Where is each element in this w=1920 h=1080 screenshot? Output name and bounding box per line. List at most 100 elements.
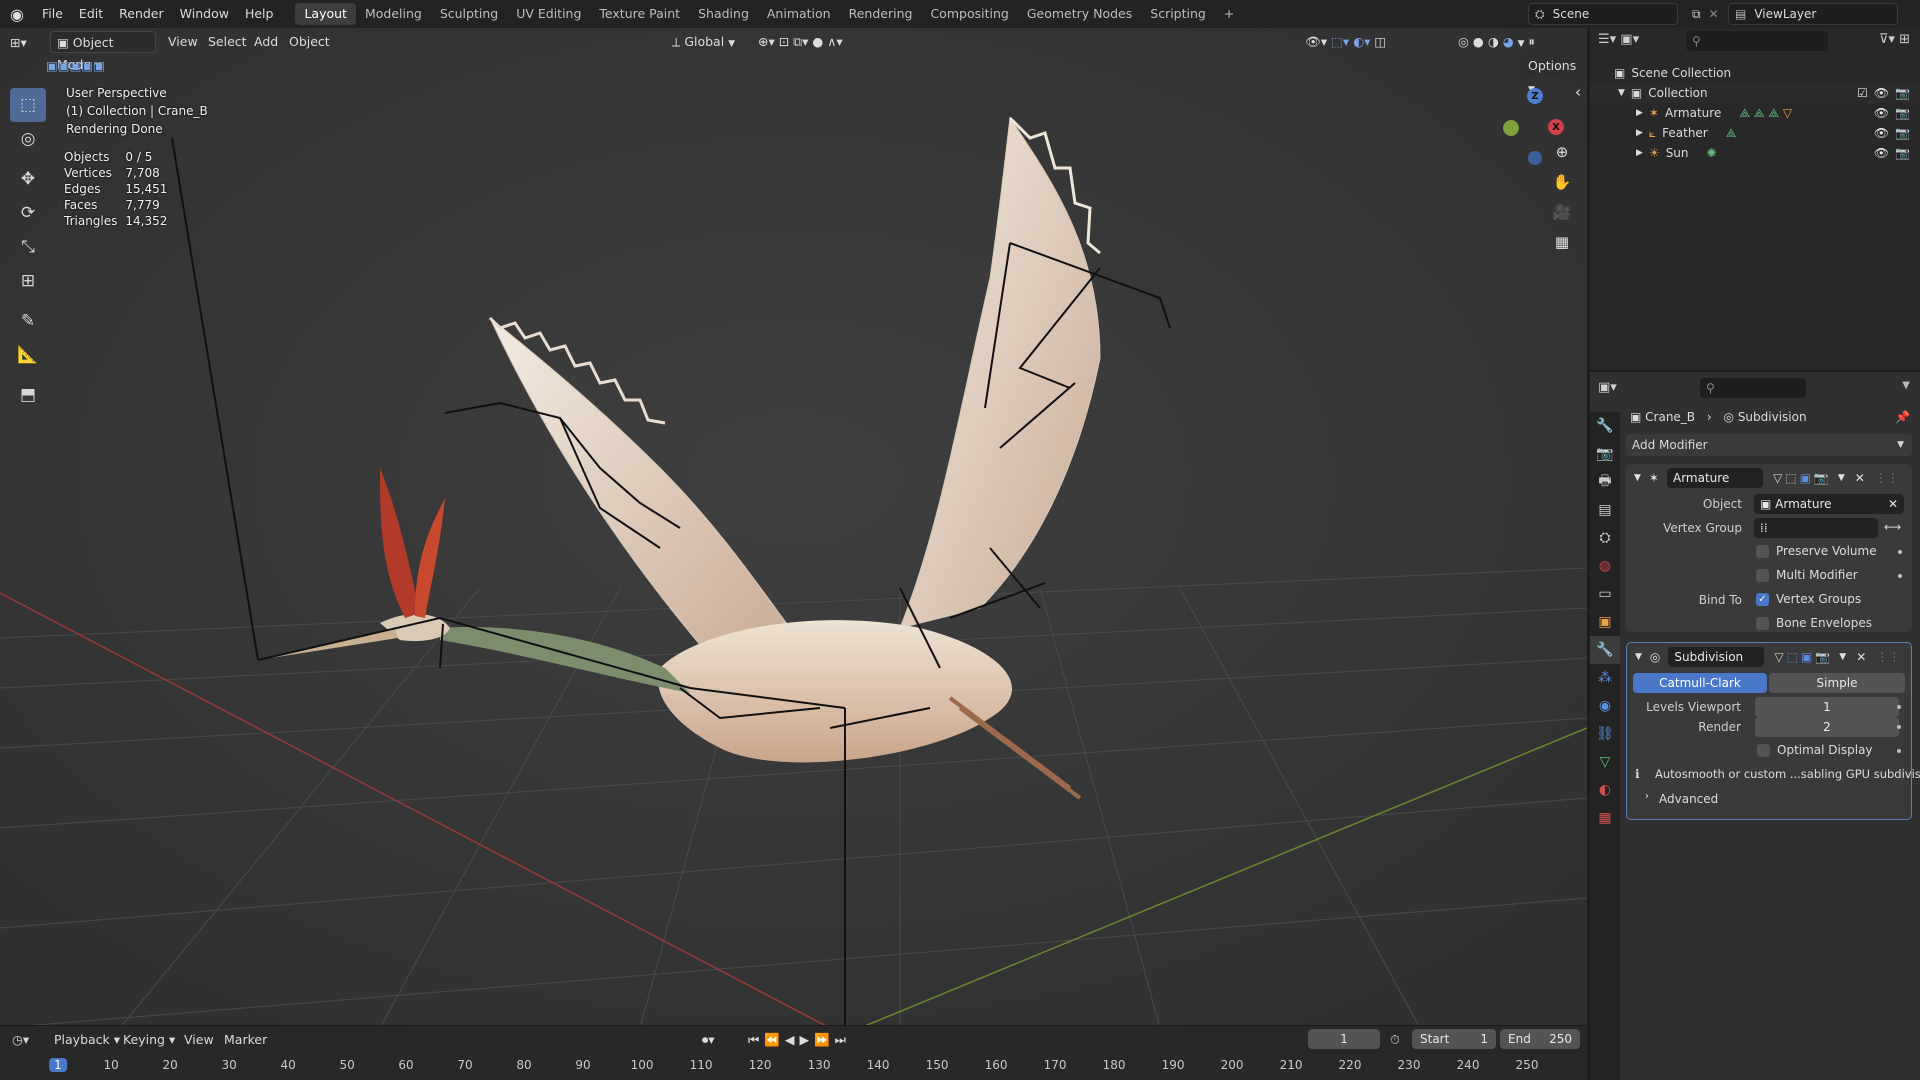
advanced-subpanel[interactable]: › Advanced bbox=[1627, 787, 1911, 811]
keyframe-dot-icon[interactable] bbox=[1898, 550, 1902, 554]
end-frame-field[interactable]: End 250 bbox=[1500, 1029, 1580, 1049]
outliner-item-sun[interactable]: ▶ ☀ Sun ✺ 👁 📷 bbox=[1590, 143, 1920, 163]
tab-geometry-nodes[interactable]: Geometry Nodes bbox=[1018, 3, 1141, 25]
collapse-arrow-icon[interactable]: ▼ bbox=[1634, 473, 1641, 483]
tool-tab-icon[interactable]: 🔧 bbox=[1590, 412, 1620, 440]
camera-icon[interactable]: 📷 bbox=[1895, 126, 1910, 140]
menu-playback[interactable]: Playback ▾ bbox=[54, 1032, 120, 1047]
jump-start-icon[interactable]: ⏮ bbox=[748, 1032, 764, 1047]
modifier-toggle-icons[interactable]: ▽⬚▣📷 bbox=[1774, 650, 1833, 664]
outliner-item-feather[interactable]: ▶ ⟀ Feather ⟁ 👁 📷 bbox=[1590, 123, 1920, 143]
chevron-down-icon[interactable]: ▼ bbox=[1902, 380, 1910, 391]
clear-icon[interactable]: ✕ bbox=[1888, 494, 1898, 514]
zoom-icon[interactable]: ⊕ bbox=[1548, 138, 1576, 166]
tab-uv-editing[interactable]: UV Editing bbox=[507, 3, 590, 25]
tab-sculpting[interactable]: Sculpting bbox=[431, 3, 507, 25]
camera-icon[interactable]: 📷 bbox=[1895, 146, 1910, 160]
modifier-toggle-icons[interactable]: ▽⬚▣📷 bbox=[1773, 471, 1832, 485]
output-tab-icon[interactable]: 🖶 bbox=[1590, 468, 1620, 496]
simple-button[interactable]: Simple bbox=[1769, 673, 1905, 693]
drag-handle-icon[interactable]: ⋮⋮ bbox=[1875, 471, 1899, 485]
camera-view-icon[interactable]: 🎥 bbox=[1548, 198, 1576, 226]
jump-end-icon[interactable]: ⏭ bbox=[835, 1032, 851, 1047]
vertex-group-field[interactable]: ⁞⁞ bbox=[1754, 518, 1878, 538]
chevron-down-icon[interactable]: ▼ bbox=[1838, 473, 1845, 483]
outliner-editor-icon[interactable]: ☰▾ ▣▾ bbox=[1598, 32, 1639, 47]
multi-modifier-row[interactable]: Multi Modifier bbox=[1626, 564, 1912, 588]
catmull-clark-button[interactable]: Catmull-Clark bbox=[1633, 673, 1767, 693]
select-box-tool-icon[interactable]: ⬚ bbox=[10, 88, 46, 122]
collection-tab-icon[interactable]: ▭ bbox=[1590, 580, 1620, 608]
menu-timeline-view[interactable]: View bbox=[184, 1032, 214, 1047]
menu-keying[interactable]: Keying ▾ bbox=[123, 1032, 175, 1047]
camera-icon[interactable]: 📷 bbox=[1895, 106, 1910, 120]
material-tab-icon[interactable]: ◐ bbox=[1590, 776, 1620, 804]
gizmo-x-axis[interactable]: X bbox=[1548, 119, 1564, 135]
vertex-groups-checkbox[interactable]: ✓ bbox=[1756, 593, 1769, 606]
tab-rendering[interactable]: Rendering bbox=[840, 3, 922, 25]
prev-keyframe-icon[interactable]: ⏪ bbox=[764, 1032, 785, 1047]
data-tab-icon[interactable]: ▽ bbox=[1590, 748, 1620, 776]
menu-file[interactable]: File bbox=[34, 3, 71, 25]
particles-tab-icon[interactable]: ⁂ bbox=[1590, 664, 1620, 692]
shading-buttons[interactable]: ◎ ● ◑ ◕ ▼ ⏸ bbox=[1458, 31, 1535, 53]
keyframe-dot-icon[interactable] bbox=[1898, 574, 1902, 578]
scene-tab-icon[interactable]: ⛭ bbox=[1590, 524, 1620, 552]
tab-shading[interactable]: Shading bbox=[689, 3, 758, 25]
armature-modifier-header[interactable]: ▼ ✶ Armature ▽⬚▣📷 ▼ ✕ ⋮⋮ bbox=[1626, 464, 1912, 492]
pan-hand-icon[interactable]: ✋ bbox=[1548, 168, 1576, 196]
menu-help[interactable]: Help bbox=[237, 3, 282, 25]
chevron-down-icon[interactable]: ▼ bbox=[1839, 652, 1846, 662]
texture-tab-icon[interactable]: ▦ bbox=[1590, 804, 1620, 832]
mode-selector[interactable]: ▣ Object Mode ▼ bbox=[50, 31, 156, 72]
transform-tool-icon[interactable]: ⊞ bbox=[10, 264, 46, 298]
camera-icon[interactable]: 📷 bbox=[1895, 86, 1910, 100]
menu-object[interactable]: Object bbox=[289, 31, 330, 53]
move-tool-icon[interactable]: ✥ bbox=[10, 162, 46, 196]
current-frame-field[interactable]: 1 bbox=[1308, 1029, 1380, 1049]
collection-row[interactable]: ▼ ▣ Collection ☑ 👁 📷 bbox=[1590, 83, 1920, 103]
select-mode-buttons[interactable]: ▣▣▣▣▣ bbox=[46, 55, 142, 77]
properties-editor-icon[interactable]: ▣▾ bbox=[1598, 380, 1617, 395]
options-button[interactable]: Options ▼ bbox=[1522, 55, 1587, 95]
view-layer-tab-icon[interactable]: ▤ bbox=[1590, 496, 1620, 524]
tab-modeling[interactable]: Modeling bbox=[356, 3, 431, 25]
invert-icon[interactable]: ⟷ bbox=[1884, 520, 1901, 534]
render-levels-field[interactable]: 2 bbox=[1755, 717, 1899, 737]
subdivision-modifier-name[interactable]: Subdivision bbox=[1668, 647, 1765, 667]
keyframe-dot-icon[interactable] bbox=[1897, 725, 1901, 729]
add-modifier-button[interactable]: Add Modifier ▼ bbox=[1626, 434, 1912, 456]
scene-selector[interactable]: ⛭ Scene bbox=[1528, 3, 1678, 25]
add-cube-tool-icon[interactable]: ⬒ bbox=[10, 378, 46, 412]
armature-object-field[interactable]: ▣ Armature ✕ bbox=[1754, 494, 1904, 514]
measure-tool-icon[interactable]: 📐 bbox=[10, 338, 46, 372]
tab-texture-paint[interactable]: Texture Paint bbox=[590, 3, 689, 25]
armature-toggles[interactable]: 👁 📷 bbox=[1874, 106, 1910, 120]
timeline-editor-icon[interactable]: ◷▾ bbox=[12, 1032, 29, 1047]
preserve-volume-row[interactable]: Preserve Volume bbox=[1626, 540, 1912, 564]
eye-icon[interactable]: 👁 bbox=[1874, 146, 1889, 160]
filter-icon[interactable]: ⊽▾ ⊞ bbox=[1879, 32, 1910, 47]
close-icon[interactable]: ✕ bbox=[1856, 650, 1866, 664]
editor-type-button[interactable]: ⊞▾ bbox=[10, 32, 44, 54]
tab-layout[interactable]: Layout bbox=[295, 3, 356, 25]
menu-select[interactable]: Select bbox=[208, 31, 247, 53]
blender-logo-icon[interactable]: ◉ bbox=[0, 0, 34, 28]
multi-modifier-checkbox[interactable] bbox=[1756, 569, 1769, 582]
modifier-tab-icon[interactable]: 🔧 bbox=[1590, 636, 1620, 664]
pivot-snap-buttons[interactable]: ⊕▾ ⊡ ⧉▾ ● ∧▾ bbox=[758, 31, 843, 53]
keyframe-dot-icon[interactable] bbox=[1897, 705, 1901, 709]
play-reverse-icon[interactable]: ◀ bbox=[785, 1032, 800, 1047]
start-frame-field[interactable]: Start 1 bbox=[1412, 1029, 1496, 1049]
scene-collection-row[interactable]: ▣ Scene Collection bbox=[1590, 63, 1920, 83]
play-icon[interactable]: ▶ bbox=[799, 1032, 814, 1047]
collection-toggles[interactable]: ☑ 👁 📷 bbox=[1857, 86, 1910, 100]
tab-scripting[interactable]: Scripting bbox=[1141, 3, 1215, 25]
levels-viewport-field[interactable]: 1 bbox=[1755, 697, 1899, 717]
sun-toggles[interactable]: 👁 📷 bbox=[1874, 146, 1910, 160]
menu-add[interactable]: Add bbox=[254, 31, 278, 53]
eye-icon[interactable]: 👁 bbox=[1874, 126, 1889, 140]
transform-orientation[interactable]: ⟂ Global ▼ bbox=[672, 31, 735, 53]
keyframe-dot-icon[interactable] bbox=[1897, 749, 1901, 753]
subdivision-modifier-header[interactable]: ▼ ◎ Subdivision ▽⬚▣📷 ▼ ✕ ⋮⋮ bbox=[1627, 643, 1911, 671]
